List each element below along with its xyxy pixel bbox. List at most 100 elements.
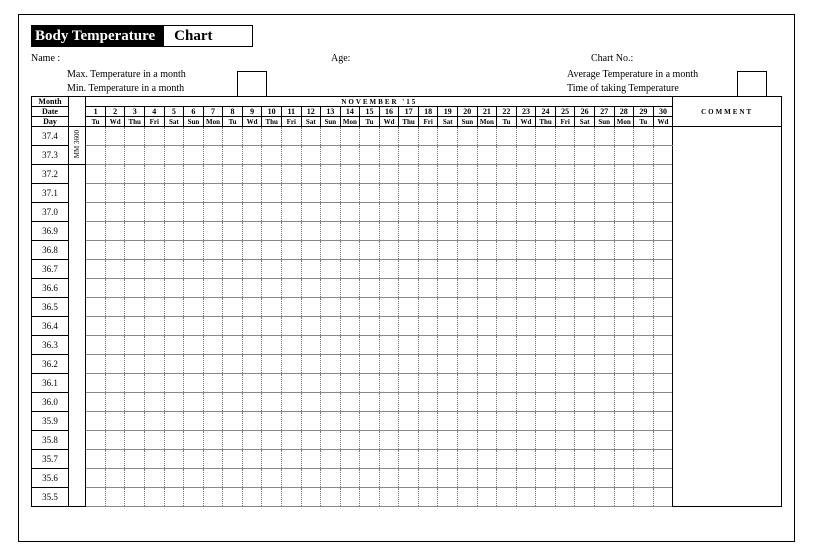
chart-cell [438, 317, 458, 336]
chart-cell [477, 431, 497, 450]
chart-cell [516, 393, 536, 412]
chart-cell [594, 203, 614, 222]
chart-cell [281, 355, 301, 374]
date-11: 11 [281, 107, 301, 117]
temp-row: 37.4MM 3600 [32, 127, 782, 146]
chart-cell [399, 412, 419, 431]
chart-cell [145, 165, 165, 184]
chart-cell [497, 374, 517, 393]
chart-cell [242, 488, 262, 507]
chart-cell [477, 241, 497, 260]
chart-cell [536, 222, 556, 241]
chart-cell [86, 450, 106, 469]
chart-cell [184, 222, 204, 241]
chart-cell [125, 450, 145, 469]
chart-cell [203, 469, 223, 488]
chart-cell [223, 469, 243, 488]
chart-cell [223, 355, 243, 374]
chart-cell [458, 260, 478, 279]
chart-cell [575, 298, 595, 317]
temp-row: 36.5 [32, 298, 782, 317]
chart-cell [301, 260, 321, 279]
chart-cell [340, 279, 360, 298]
chart-cell [634, 127, 654, 146]
chart-cell [242, 127, 262, 146]
chart-cell [536, 488, 556, 507]
temp-row: 36.8 [32, 241, 782, 260]
chart-cell [497, 279, 517, 298]
chart-cell [536, 279, 556, 298]
chart-cell [379, 184, 399, 203]
chart-cell [614, 146, 634, 165]
chart-cell [125, 222, 145, 241]
chart-cell [653, 431, 673, 450]
chart-cell [262, 317, 282, 336]
temp-label: 35.5 [32, 488, 69, 507]
chart-cell [262, 374, 282, 393]
date-10: 10 [262, 107, 282, 117]
chart-cell [164, 184, 184, 203]
chart-cell [105, 374, 125, 393]
chart-cell [164, 279, 184, 298]
chart-cell [125, 374, 145, 393]
chart-cell [164, 165, 184, 184]
chart-cell [614, 165, 634, 184]
chart-cell [321, 298, 341, 317]
chart-cell [281, 146, 301, 165]
chart-cell [242, 374, 262, 393]
chart-cell [301, 488, 321, 507]
chart-cell [360, 184, 380, 203]
chart-cell [145, 222, 165, 241]
chart-cell [438, 203, 458, 222]
chart-cell [536, 393, 556, 412]
chart-cell [575, 260, 595, 279]
chart-cell [418, 165, 438, 184]
temp-row: 35.6 [32, 469, 782, 488]
chart-cell [438, 488, 458, 507]
chart-cell [516, 298, 536, 317]
chart-cell [242, 450, 262, 469]
max-min-box [237, 71, 267, 96]
temp-label: 36.3 [32, 336, 69, 355]
chart-cell [458, 127, 478, 146]
chart-cell [105, 184, 125, 203]
chart-cell [555, 203, 575, 222]
chart-cell [399, 393, 419, 412]
chart-cell [203, 317, 223, 336]
label-time-taking: Time of taking Temperature [567, 82, 737, 96]
chart-cell [321, 260, 341, 279]
chart-cell [555, 412, 575, 431]
chart-cell [360, 279, 380, 298]
chart-cell [653, 146, 673, 165]
chart-cell [203, 355, 223, 374]
title-bar: Body Temperature Chart [31, 25, 782, 47]
chart-cell [301, 431, 321, 450]
chart-cell [242, 146, 262, 165]
chart-cell [105, 165, 125, 184]
chart-cell [418, 374, 438, 393]
temp-row: 36.3 [32, 336, 782, 355]
chart-cell [614, 355, 634, 374]
day-5: Sat [164, 117, 184, 127]
chart-cell [653, 279, 673, 298]
chart-cell [653, 317, 673, 336]
chart-cell [614, 260, 634, 279]
chart-cell [555, 298, 575, 317]
chart-cell [536, 336, 556, 355]
temp-label: 37.4 [32, 127, 69, 146]
day-10: Thu [262, 117, 282, 127]
chart-cell [125, 203, 145, 222]
chart-cell [653, 469, 673, 488]
chart-cell [105, 431, 125, 450]
chart-cell [399, 374, 419, 393]
chart-cell [184, 241, 204, 260]
chart-cell [203, 260, 223, 279]
chart-cell [536, 260, 556, 279]
chart-cell [536, 450, 556, 469]
chart-cell [634, 355, 654, 374]
label-max-temp: Max. Temperature in a month [67, 68, 237, 82]
chart-cell [575, 127, 595, 146]
chart-cell [86, 431, 106, 450]
temp-label: 36.8 [32, 241, 69, 260]
chart-cell [321, 393, 341, 412]
